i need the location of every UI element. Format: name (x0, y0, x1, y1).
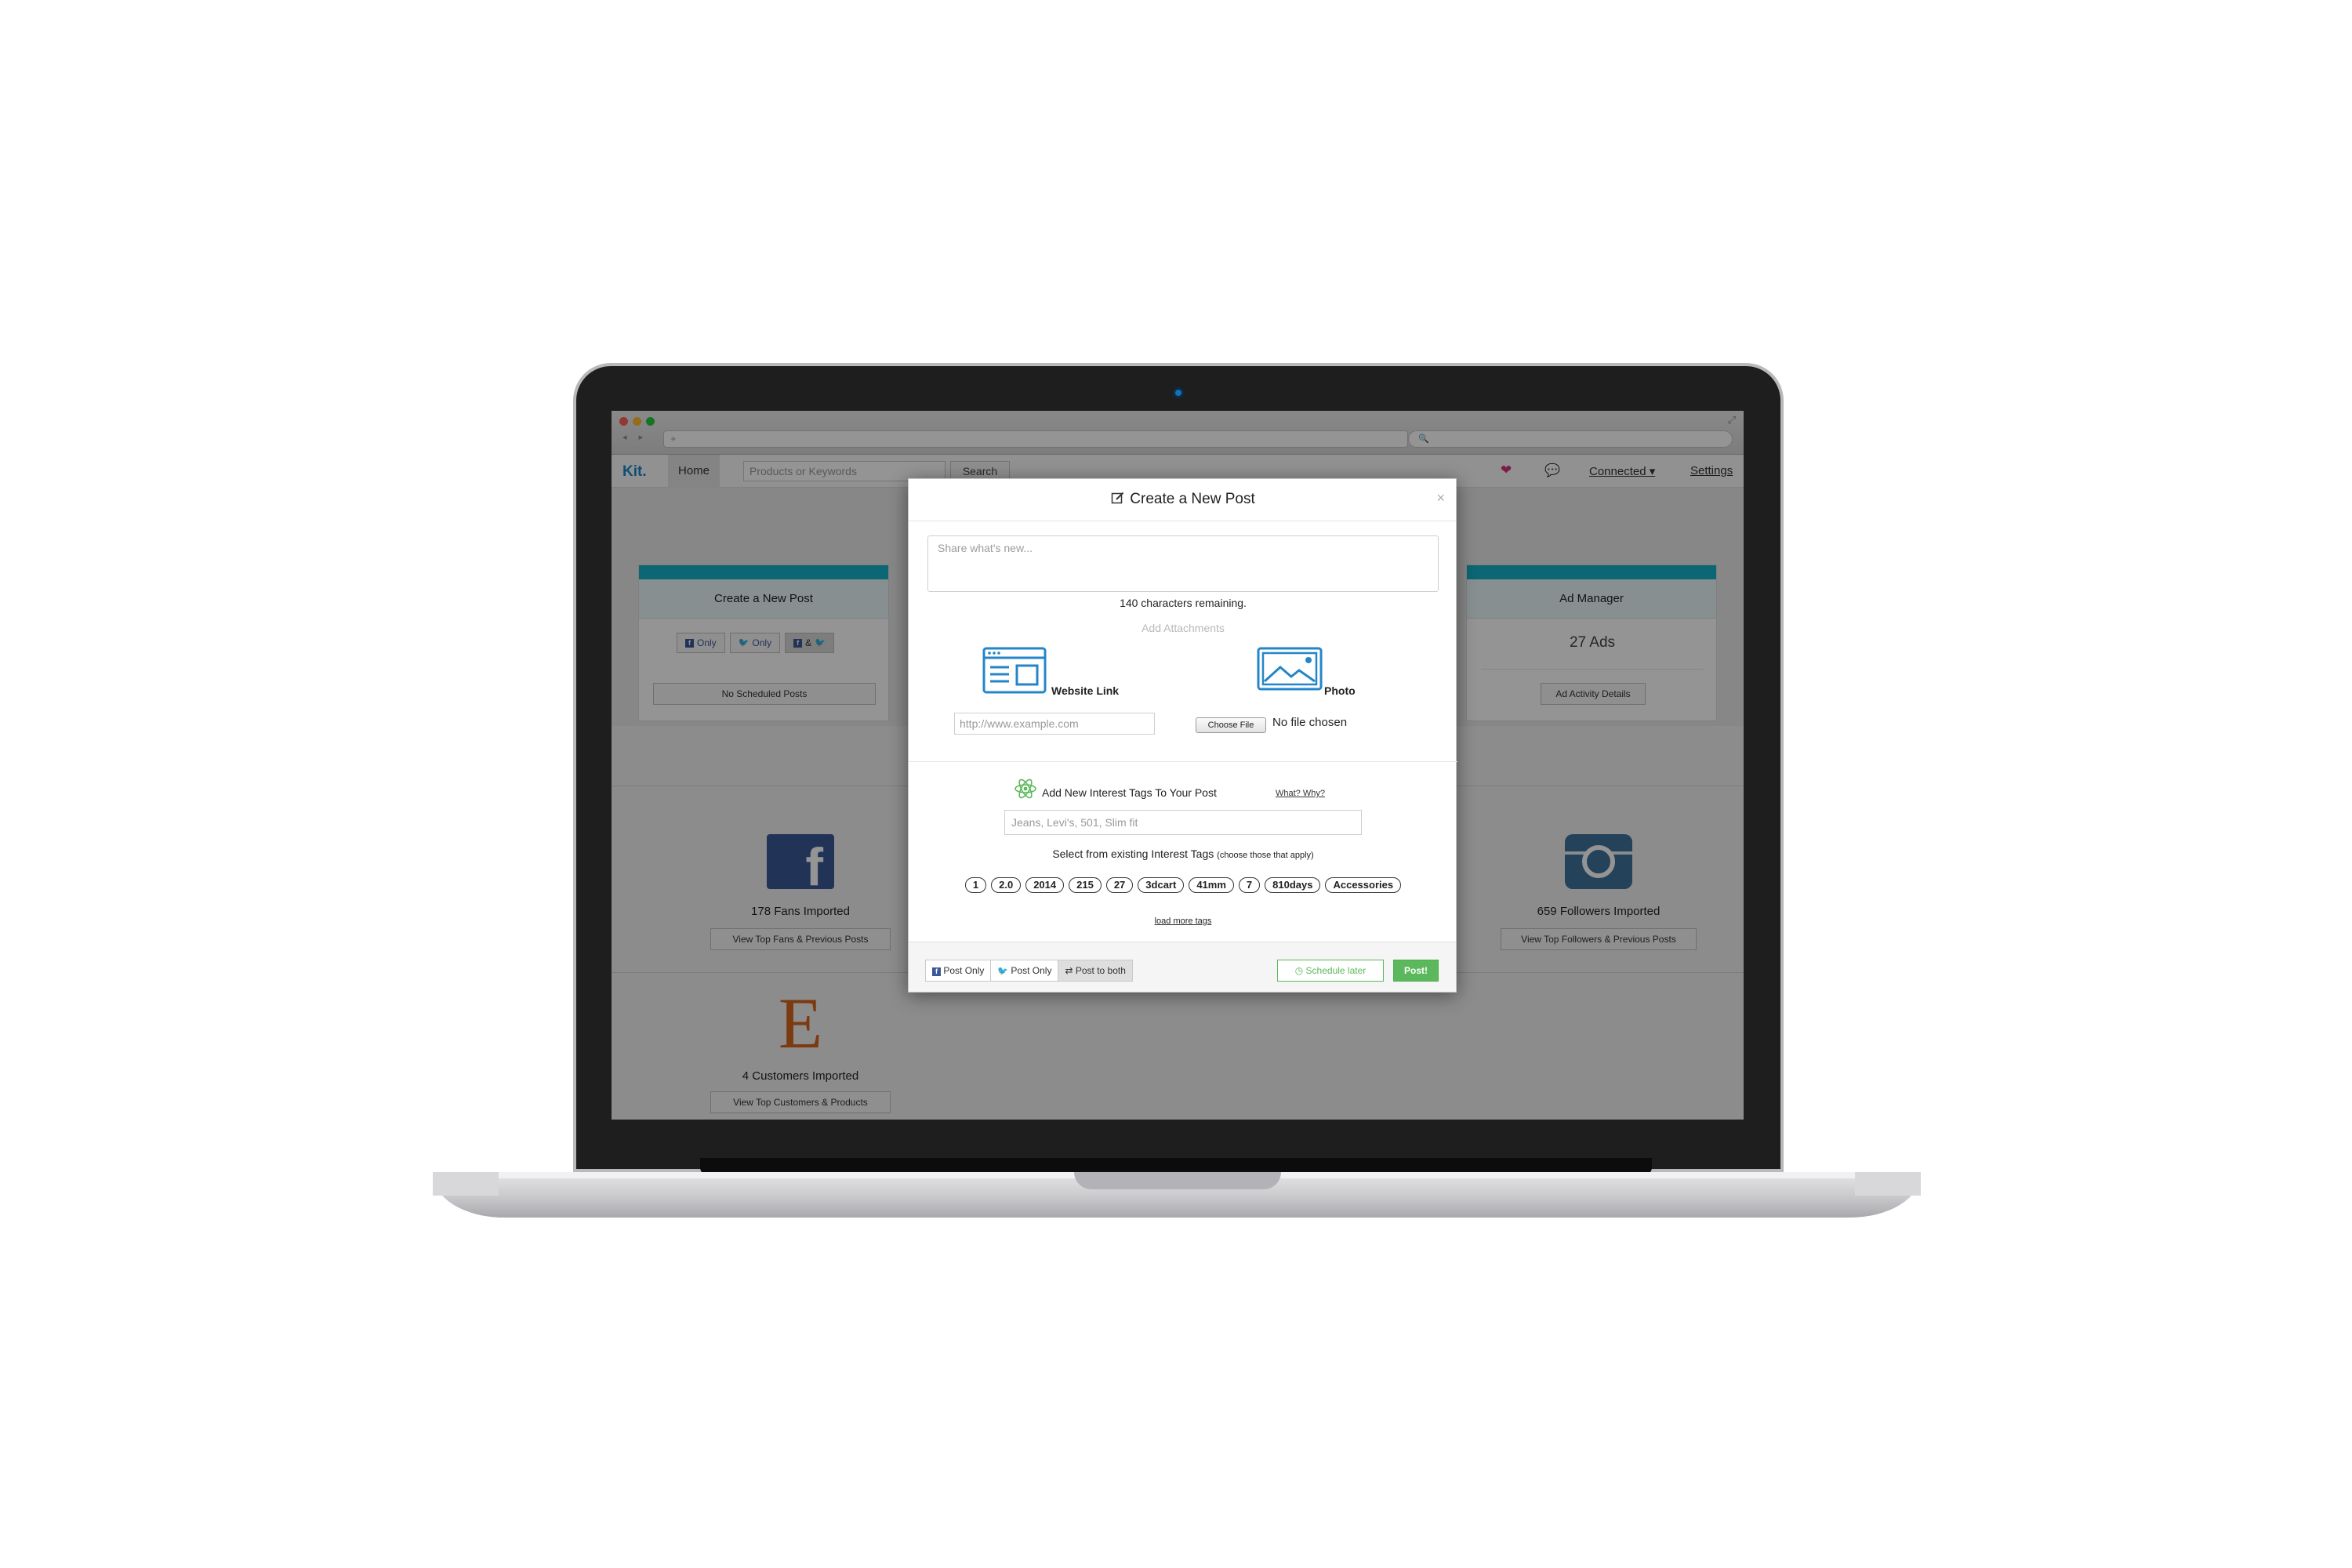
choose-file-button[interactable]: Choose File (1196, 717, 1266, 733)
interest-tag[interactable]: Accessories (1325, 877, 1402, 893)
twitter-icon: 🐦 (997, 967, 1009, 976)
interest-tag[interactable]: 7 (1238, 877, 1261, 893)
schedule-later-label: Schedule later (1305, 965, 1367, 976)
interest-tag[interactable]: 41mm (1189, 877, 1234, 893)
interest-tag[interactable]: 27 (1105, 877, 1134, 893)
attachments-heading: Add Attachments (1142, 622, 1225, 634)
share-textarea[interactable]: Share what's new... (927, 535, 1439, 592)
schedule-later-button[interactable]: ◷ Schedule later (1277, 960, 1384, 982)
divider (909, 761, 1457, 762)
interest-tags-heading: Add New Interest Tags To Your Post (1042, 786, 1217, 799)
interest-tag[interactable]: 1 (964, 877, 987, 893)
modal-title-text: Create a New Post (1130, 491, 1255, 507)
post-to-both-label: Post to both (1075, 965, 1126, 976)
website-url-input[interactable]: http://www.example.com (954, 713, 1155, 735)
edit-icon (1112, 492, 1124, 504)
what-why-link[interactable]: What? Why? (1276, 789, 1325, 798)
existing-tags-heading: Select from existing Interest Tags (choo… (909, 848, 1457, 860)
website-link-label: Website Link (1051, 684, 1120, 697)
laptop-notch (1074, 1172, 1281, 1189)
laptop-base-edge-right (1855, 1172, 1921, 1196)
website-link-icon[interactable] (982, 647, 1047, 694)
existing-tags-list: 1 2.0 2014 215 27 3dcart 41mm 7 810days … (940, 877, 1426, 893)
twitter-post-only-label: Post Only (1011, 965, 1052, 976)
close-icon[interactable]: × (1436, 490, 1445, 506)
twitter-post-only-button[interactable]: 🐦 Post Only (990, 960, 1059, 982)
share-both-icon: ⇄ (1065, 965, 1073, 976)
facebook-icon: f (932, 967, 941, 976)
load-more-tags-link[interactable]: load more tags (909, 916, 1457, 926)
interest-tag[interactable]: 2.0 (991, 877, 1022, 893)
post-to-both-button[interactable]: ⇄ Post to both (1058, 960, 1133, 982)
interest-tag[interactable]: 810days (1265, 877, 1321, 893)
facebook-post-only-label: Post Only (943, 965, 985, 976)
facebook-post-only-button[interactable]: f Post Only (925, 960, 992, 982)
create-post-modal: Create a New Post × Share what's new... … (908, 478, 1457, 993)
character-counter: 140 characters remaining. (1120, 597, 1247, 609)
modal-header: Create a New Post × (909, 479, 1456, 521)
atom-icon (1014, 779, 1036, 799)
post-target-group: f Post Only 🐦 Post Only ⇄ Post to both (925, 960, 1133, 982)
interest-tag[interactable]: 215 (1069, 877, 1102, 893)
clock-icon: ◷ (1294, 965, 1304, 976)
interest-tags-input[interactable]: Jeans, Levi's, 501, Slim fit (1004, 810, 1362, 835)
photo-icon[interactable] (1257, 647, 1323, 691)
file-status: No file chosen (1272, 716, 1348, 729)
photo-label: Photo (1324, 684, 1356, 697)
modal-title: Create a New Post (909, 491, 1457, 508)
laptop-base-edge-left (433, 1172, 499, 1196)
interest-tag[interactable]: 2014 (1025, 877, 1065, 893)
modal-footer: f Post Only 🐦 Post Only ⇄ Post to both ◷… (909, 942, 1456, 992)
interest-tag[interactable]: 3dcart (1138, 877, 1185, 893)
existing-tags-note: (choose those that apply) (1217, 851, 1314, 860)
post-button[interactable]: Post! (1393, 960, 1439, 982)
camera-icon (1173, 387, 1184, 398)
laptop-screen: ◂ ▸ + 🔍 ⤢ Kit. Home Products or Keywords… (612, 411, 1744, 1120)
existing-tags-title: Select from existing Interest Tags (1052, 848, 1214, 860)
